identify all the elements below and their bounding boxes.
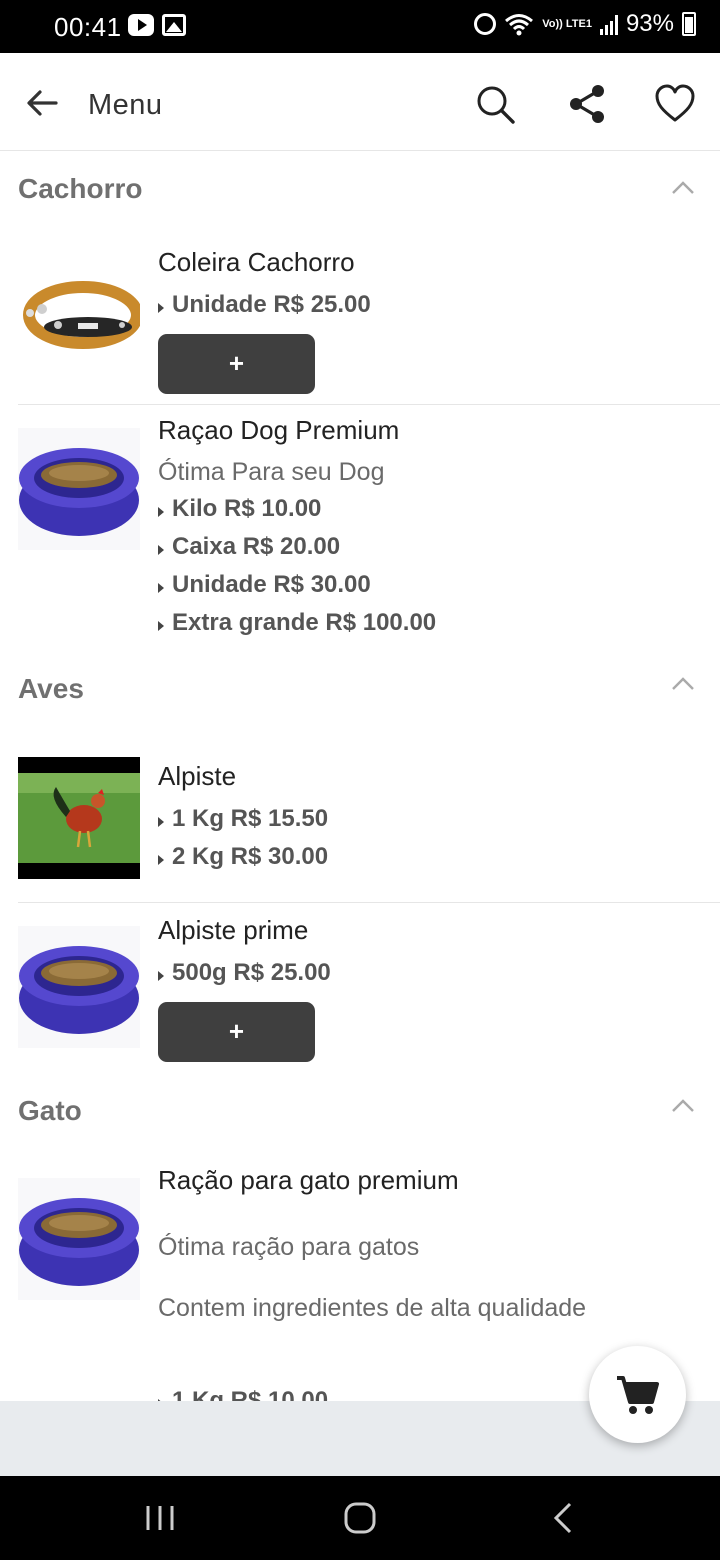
section-title-gato: Gato (18, 1095, 82, 1126)
caret-right-icon (158, 507, 164, 517)
youtube-notification-icon (128, 14, 154, 36)
product-name: Alpiste prime (158, 915, 309, 945)
price-option[interactable]: Unidade R$ 25.00 (158, 291, 371, 319)
caret-right-icon (158, 621, 164, 631)
price-option[interactable]: Unidade R$ 30.00 (158, 571, 371, 599)
battery-icon (682, 12, 696, 36)
caret-right-icon (158, 303, 164, 313)
product-image-food-bowl[interactable] (18, 428, 140, 550)
price-option[interactable]: Caixa R$ 20.00 (158, 533, 340, 561)
product-image-collar[interactable] (18, 249, 140, 371)
product-image-rooster[interactable] (18, 757, 140, 879)
back-nav-icon[interactable] (544, 1498, 584, 1538)
product-name: Raçao Dog Premium (158, 415, 400, 445)
divider (18, 902, 720, 903)
section-title-aves: Aves (18, 673, 84, 704)
chevron-up-icon[interactable] (670, 1093, 696, 1119)
status-time: 00:41 (54, 12, 122, 42)
product-name: Alpiste (158, 761, 237, 791)
add-to-cart-button[interactable]: + (158, 1002, 315, 1062)
price-option[interactable]: 1 Kg R$ 10.00 (158, 1387, 328, 1401)
product-name: Ração para gato premium (158, 1165, 459, 1195)
product-image-food-bowl[interactable] (18, 1178, 140, 1300)
caret-right-icon (158, 855, 164, 865)
section-title-cachorro: Cachorro (18, 173, 143, 204)
price-option[interactable]: Extra grande R$ 100.00 (158, 609, 436, 637)
product-description: Ótima ração para gatos (158, 1233, 420, 1261)
cart-button[interactable] (589, 1346, 686, 1443)
share-icon[interactable] (566, 83, 608, 125)
system-nav-bar (0, 1476, 720, 1560)
search-icon[interactable] (474, 83, 516, 125)
price-option[interactable]: 2 Kg R$ 30.00 (158, 843, 328, 871)
gallery-notification-icon (162, 14, 186, 36)
battery-percent: 93% (625, 10, 674, 37)
product-name: Coleira Cachorro (158, 247, 355, 277)
divider (18, 404, 720, 405)
wifi-icon (505, 14, 534, 36)
recent-apps-icon[interactable] (140, 1498, 180, 1538)
page-title: Menu (88, 89, 163, 121)
chevron-up-icon[interactable] (670, 671, 696, 697)
price-option[interactable]: 1 Kg R$ 15.50 (158, 805, 328, 833)
alarm-icon (474, 13, 497, 35)
back-button[interactable] (22, 83, 62, 123)
price-option[interactable]: 500g R$ 25.00 (158, 959, 331, 987)
chevron-up-icon[interactable] (670, 175, 696, 201)
caret-right-icon (158, 971, 164, 981)
status-bar: 00:41 Vo)) LTE1 93% (0, 0, 720, 53)
menu-list: Cachorro Coleira Cachorro Unidade R$ 25.… (0, 151, 720, 1401)
heart-icon[interactable] (654, 83, 696, 125)
signal-icon (599, 13, 618, 35)
price-option[interactable]: Kilo R$ 10.00 (158, 495, 321, 523)
product-description: Contem ingredientes de alta qualidade (158, 1294, 587, 1322)
app-bar: Menu (0, 53, 720, 151)
add-to-cart-button[interactable]: + (158, 334, 315, 394)
caret-right-icon (158, 817, 164, 827)
product-description: Ótima Para seu Dog (158, 458, 385, 486)
home-icon[interactable] (340, 1498, 380, 1538)
network-label: Vo)) LTE1 (542, 17, 592, 30)
caret-right-icon (158, 545, 164, 555)
caret-right-icon (158, 583, 164, 593)
product-image-food-bowl[interactable] (18, 926, 140, 1048)
cart-icon (617, 1376, 659, 1414)
